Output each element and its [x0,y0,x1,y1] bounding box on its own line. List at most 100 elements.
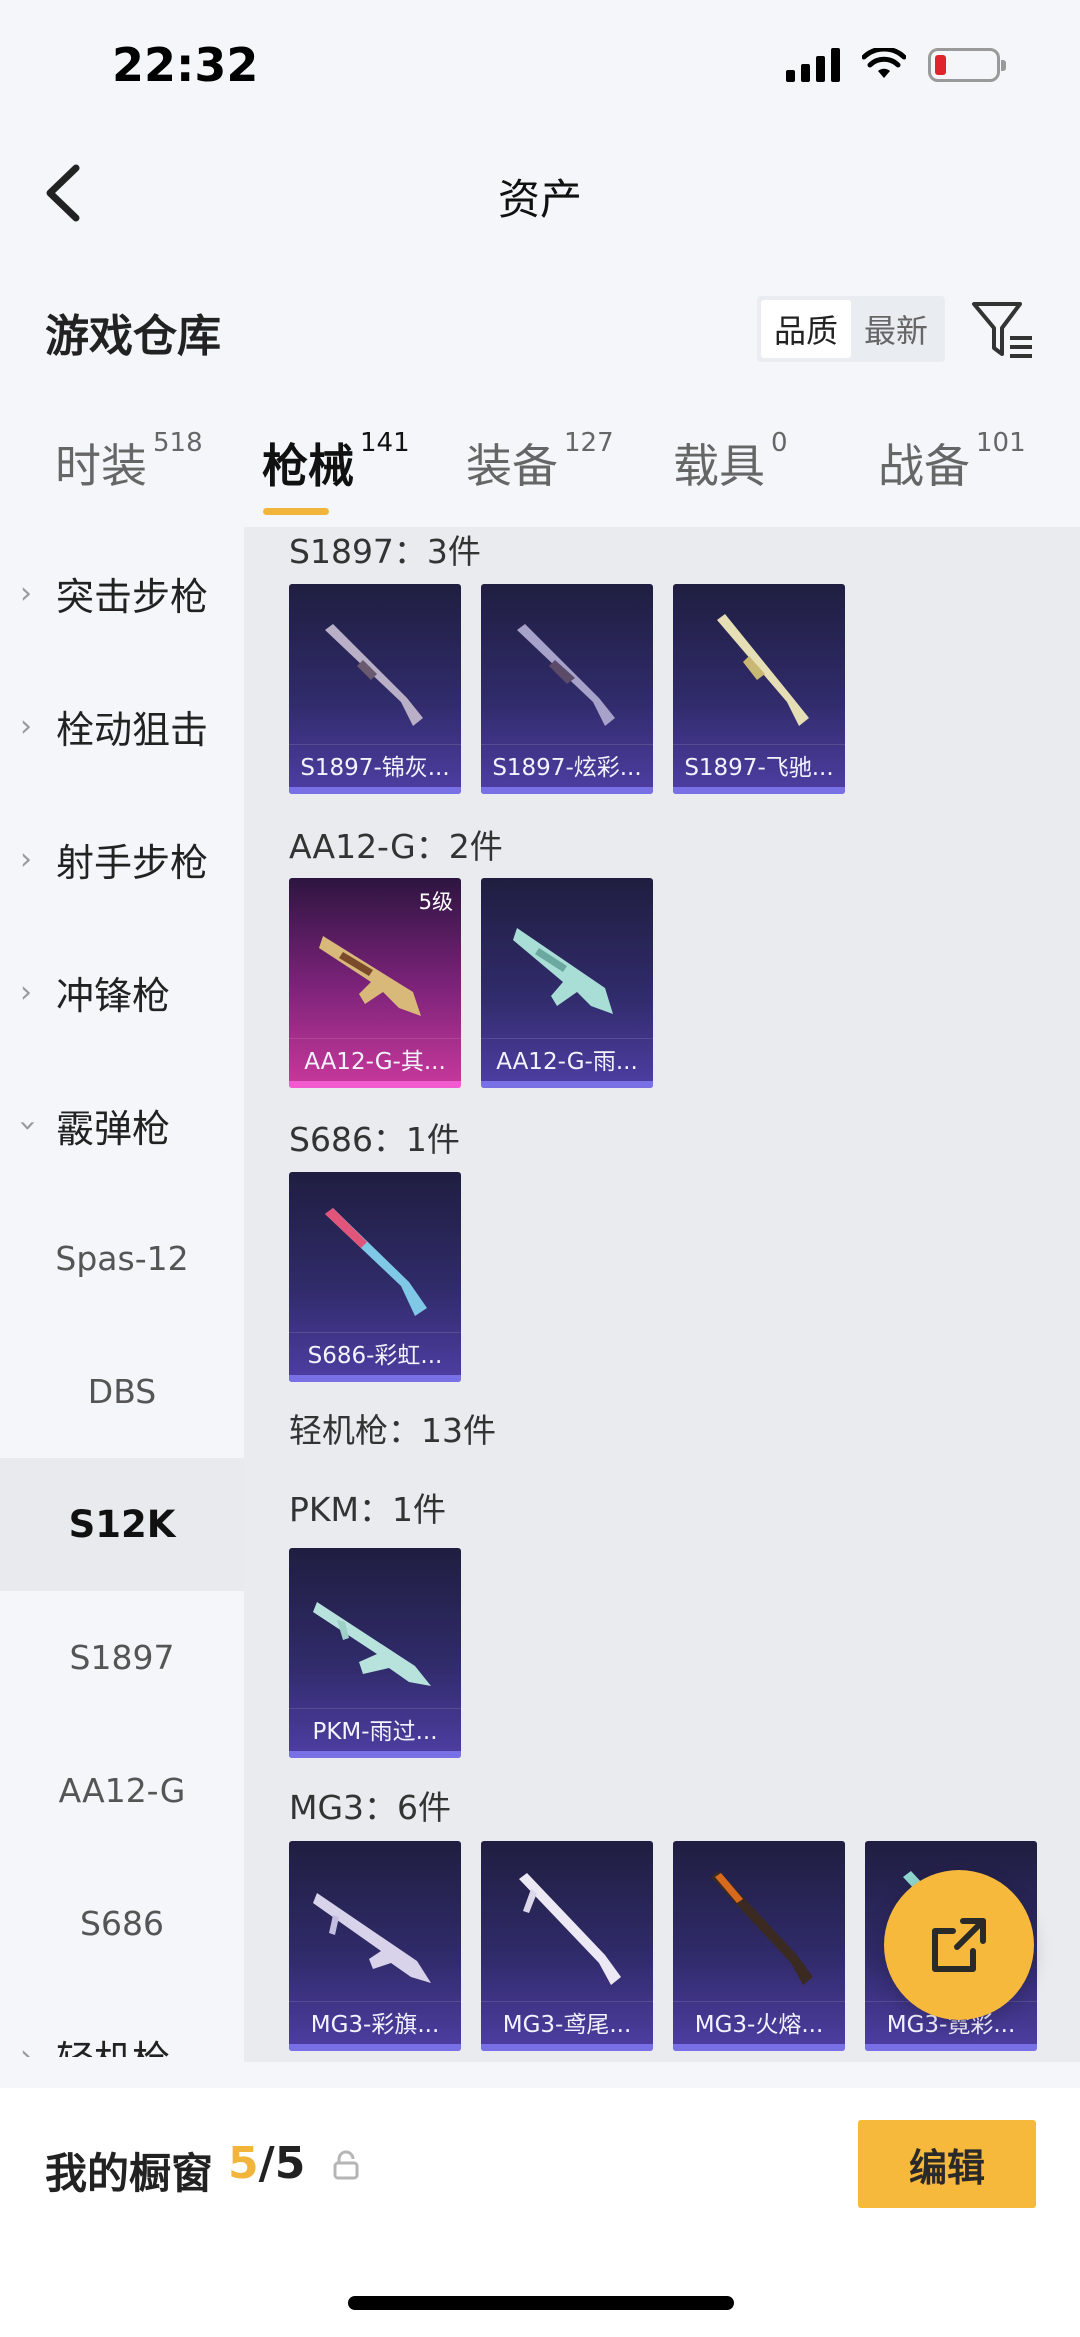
weapon-card[interactable]: MG3-火熔... [673,1841,845,2051]
weapon-card[interactable]: S1897-炫彩... [481,584,653,794]
sidebar-item-label: AA12-G [58,1771,186,1810]
showcase-current: 5 [228,2138,259,2189]
weapon-card-name: AA12-G-雨... [481,1038,653,1078]
weapon-card[interactable]: 5级 AA12-G-其... [289,878,461,1088]
machine-gun-skin-image [711,1871,813,1985]
rarity-bar [481,1081,653,1088]
wifi-icon [862,48,906,78]
sidebar-item-lmg[interactable]: › 轻机枪 [0,1990,244,2057]
rarity-bar [289,1751,461,1758]
active-tab-indicator [263,508,329,515]
tab-equipment[interactable]: 装备 127 [466,428,614,496]
weapon-card[interactable]: S686-彩虹... [289,1172,461,1382]
signal-icon [786,48,840,82]
tab-label: 时装 [55,439,147,493]
tab-count: 127 [564,428,614,458]
sidebar-subitem-dbs[interactable]: DBS [0,1325,244,1458]
sidebar-subitem-s12k[interactable]: S12K [0,1458,244,1591]
machine-gun-skin-image [313,1602,431,1686]
sidebar-item-smg[interactable]: › 冲锋枪 [0,926,244,1059]
group-header: S686：1件 [289,1120,460,1159]
group-header: MG3：6件 [289,1788,452,1827]
shotgun-skin-image [325,1208,427,1316]
chevron-right-icon: › [20,576,32,611]
tab-supplies[interactable]: 战备 101 [878,428,1026,496]
weapon-card[interactable]: S1897-锦灰... [289,584,461,794]
sidebar-item-marksman-rifle[interactable]: › 射手步枪 [0,793,244,926]
sort-quality-option[interactable]: 品质 [761,300,851,358]
share-icon [932,1918,986,1972]
weapon-type-sidebar: › 突击步枪 › 栓动狙击 › 射手步枪 › 冲锋枪 › 霰弹枪 Spas-12… [0,527,244,2057]
machine-gun-skin-image [313,1893,431,1983]
chevron-right-icon: › [20,975,32,1010]
shotgun-skin-image [319,936,421,1016]
tab-label: 战备 [878,439,970,493]
sort-toggle: 品质 最新 [757,296,945,362]
sidebar-subitem-spas12[interactable]: Spas-12 [0,1192,244,1325]
group-header: AA12-G：2件 [289,827,503,866]
weapon-card-name: AA12-G-其... [289,1038,461,1078]
tab-count: 0 [771,428,788,458]
sidebar-item-bolt-sniper[interactable]: › 栓动狙击 [0,660,244,793]
showcase-label: 我的橱窗 [45,2149,214,2198]
weapon-card-name: S1897-飞驰... [673,744,845,784]
share-fab-button[interactable] [884,1870,1034,2020]
weapon-card[interactable]: AA12-G-雨... [481,878,653,1088]
lock-icon [333,2150,359,2180]
sidebar-item-label: DBS [87,1372,157,1411]
tab-label: 装备 [466,439,558,493]
rarity-bar [481,787,653,794]
rarity-bar [289,2044,461,2051]
sidebar-item-label: 栓动狙击 [56,708,209,752]
weapon-card[interactable]: MG3-彩旗... [289,1841,461,2051]
rarity-bar [481,2044,653,2051]
weapon-card-name: S1897-锦灰... [289,744,461,784]
home-indicator [348,2296,734,2310]
sidebar-subitem-s1897[interactable]: S1897 [0,1591,244,1724]
sidebar-item-label: Spas-12 [55,1239,189,1278]
shotgun-skin-image [325,624,423,726]
rarity-bar [865,2044,1037,2051]
group-header: 轻机枪：13件 [289,1411,496,1450]
weapon-card[interactable]: PKM-雨过... [289,1548,461,1758]
sidebar-item-label: S12K [68,1503,176,1546]
shotgun-skin-image [517,624,615,726]
chevron-right-icon: › [20,709,32,744]
group-header: PKM：1件 [289,1490,447,1529]
category-tabs: 时装 518 枪械 141 装备 127 载具 0 战备 101 [0,428,1080,530]
machine-gun-skin-image [519,1873,621,1985]
edit-button[interactable]: 编辑 [858,2120,1036,2208]
weapon-card[interactable]: S1897-飞驰... [673,584,845,794]
battery-icon [928,48,1006,82]
sidebar-item-label: 轻机枪 [56,2029,170,2057]
weapon-grid: S1897：3件 S1897-锦灰... S1897-炫彩... S1897-飞… [244,527,1080,2062]
status-bar: 22:32 [0,0,1080,130]
sort-latest-option[interactable]: 最新 [851,300,941,358]
showcase-total: /5 [258,2138,306,2189]
shotgun-skin-image [717,614,809,726]
sidebar-item-label: 射手步枪 [56,841,209,885]
weapon-card[interactable]: MG3-鸢尾... [481,1841,653,2051]
warehouse-title: 游戏仓库 [45,311,221,362]
rarity-bar [289,1375,461,1382]
sidebar-subitem-aa12g[interactable]: AA12-G [0,1724,244,1857]
sidebar-item-assault-rifle[interactable]: › 突击步枪 [0,527,244,660]
sidebar-item-label: 霰弹枪 [56,1107,171,1151]
tab-count: 518 [153,428,203,458]
sidebar-item-label: S1897 [69,1638,175,1677]
tab-vehicles[interactable]: 载具 0 [673,428,788,496]
sidebar-item-label: S686 [80,1904,164,1943]
tab-fashion[interactable]: 时装 518 [55,428,203,496]
chevron-right-icon: › [20,842,32,877]
page-title: 资产 [497,175,582,224]
sidebar-item-shotgun[interactable]: › 霰弹枪 [0,1059,244,1192]
weapon-card-name: MG3-火熔... [673,2001,845,2041]
chevron-down-icon: › [10,1119,46,1132]
tab-firearms[interactable]: 枪械 141 [262,428,410,496]
rarity-bar [289,787,461,794]
status-time: 22:32 [112,38,259,92]
sidebar-subitem-s686[interactable]: S686 [0,1857,244,1990]
filter-icon[interactable] [970,298,1036,364]
nav-bar: 资产 [0,130,1080,250]
tab-label: 枪械 [262,439,354,493]
